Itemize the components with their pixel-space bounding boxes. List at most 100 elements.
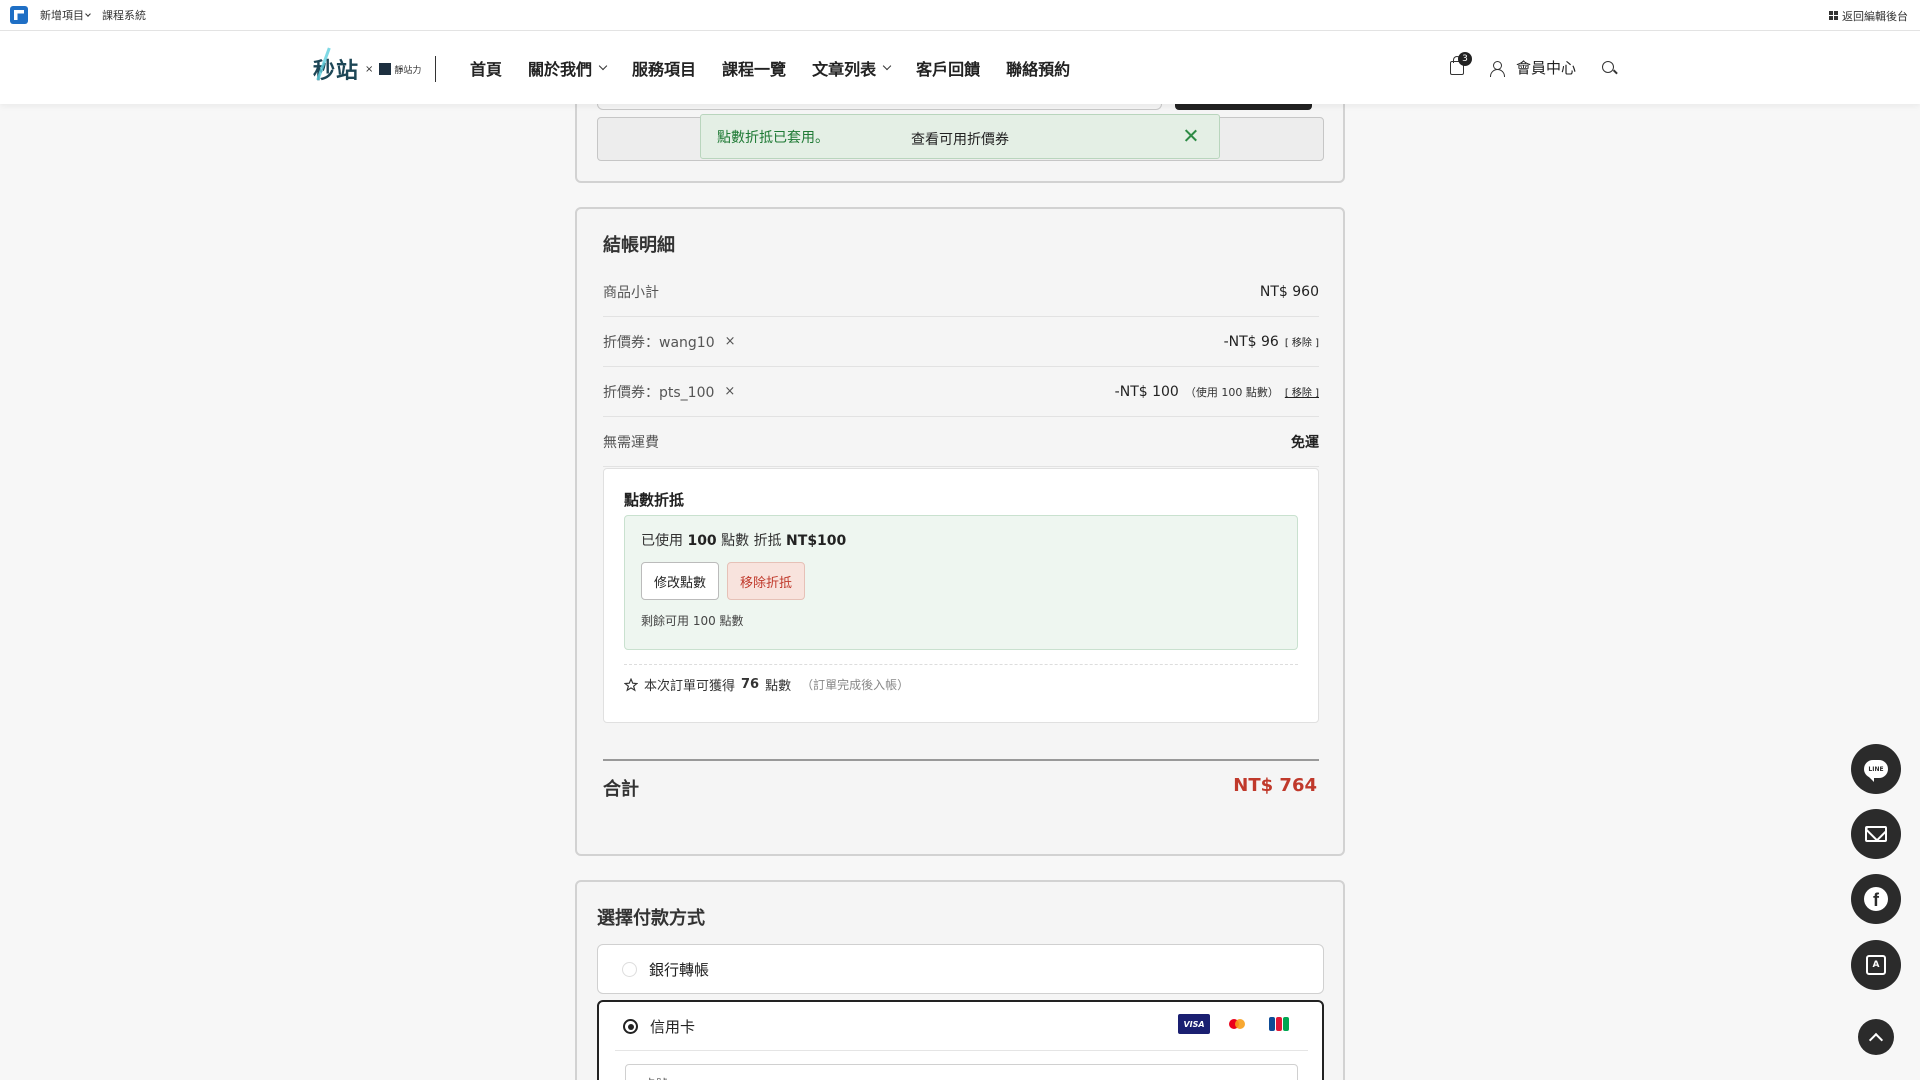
- remaining-points: 剩餘可用 100 點數: [641, 614, 744, 628]
- radio-bank[interactable]: [622, 961, 637, 977]
- chevron-down-icon: [598, 61, 608, 70]
- form-icon: A: [1866, 955, 1886, 975]
- user-icon[interactable]: [1490, 60, 1505, 77]
- used-amount: NT$100: [786, 533, 847, 549]
- coupon-label: 折價券：pts_100: [603, 384, 715, 401]
- admin-logo-icon[interactable]: [10, 6, 28, 24]
- points-title: 點數折抵: [624, 491, 685, 509]
- line-icon: LINE: [1864, 760, 1888, 782]
- card-logos: VISA: [1178, 1014, 1294, 1034]
- nav-label: 首頁: [470, 59, 503, 79]
- earn-prefix: 本次訂單可獲得: [644, 679, 736, 694]
- nav-item-about[interactable]: 關於我們: [528, 56, 608, 80]
- brand-main-text: 秒站: [313, 53, 359, 85]
- used-mid: 點數 折抵: [721, 533, 782, 549]
- visa-icon: VISA: [1178, 1014, 1210, 1034]
- earn-points-text: 本次訂單可獲得 76 點數 （訂單完成後入帳）: [624, 675, 909, 694]
- facebook-icon: f: [1864, 887, 1888, 911]
- main-nav: 首頁 關於我們 服務項目 課程一覽 文章列表 客戶回饋 聯絡預約: [470, 31, 1070, 104]
- nav-item-testimonials[interactable]: 客戶回饋: [916, 56, 980, 80]
- chevron-down-icon: [85, 10, 91, 17]
- remove-points-button[interactable]: 移除折抵: [727, 562, 805, 600]
- coupon-discount-value: -NT$ 96: [1223, 333, 1279, 350]
- total-divider: [603, 759, 1319, 761]
- header-actions: 3 會員中心: [1450, 31, 1616, 104]
- coupon-label: 折價券：wang10: [603, 334, 715, 351]
- brand-logo[interactable]: 秒站 × 靜站力: [313, 53, 421, 85]
- coupon-row-wang10: 折價券：wang10 × -NT$ 96 [ 移除 ]: [603, 317, 1319, 367]
- admin-bar: 新增項目 課程系統 返回編輯後台: [0, 0, 1920, 31]
- brand-sub: 靜站力: [379, 63, 421, 76]
- new-item-menu[interactable]: 新增項目: [40, 7, 91, 23]
- payment-option-credit-card[interactable]: 信用卡 VISA 卡號: [597, 1000, 1324, 1080]
- nav-label: 課程一覽: [722, 59, 787, 79]
- earn-note: （訂單完成後入帳）: [801, 678, 910, 692]
- total-value: NT$ 764: [1233, 775, 1317, 796]
- credit-card-label: 信用卡: [650, 1017, 696, 1036]
- used-prefix: 已使用: [641, 533, 683, 549]
- nav-item-articles[interactable]: 文章列表: [812, 56, 892, 80]
- grid-icon: [1829, 11, 1838, 20]
- toast-message: 點數折抵已套用。: [717, 129, 829, 146]
- nav-label: 客戶回饋: [916, 59, 981, 79]
- shipping-row: 無需運費 免運: [603, 417, 1319, 467]
- nav-label: 聯絡預約: [1006, 59, 1071, 79]
- nav-item-contact[interactable]: 聯絡預約: [1006, 56, 1070, 80]
- facebook-button[interactable]: f: [1851, 874, 1901, 924]
- line-button[interactable]: LINE: [1851, 744, 1901, 794]
- close-icon[interactable]: [1183, 128, 1199, 144]
- points-used-note: （使用 100 點數）: [1184, 385, 1279, 399]
- nav-label: 關於我們: [528, 59, 593, 79]
- view-coupons-label[interactable]: 查看可用折價券: [911, 129, 1009, 149]
- coupon-discount-value: -NT$ 100: [1114, 383, 1179, 400]
- nav-label: 文章列表: [812, 59, 877, 79]
- subtotal-row: 商品小計 NT$ 960: [603, 267, 1319, 317]
- payment-option-bank[interactable]: 銀行轉帳: [597, 944, 1324, 994]
- jcb-icon: [1264, 1014, 1294, 1034]
- mastercard-icon: [1222, 1014, 1252, 1034]
- nav-item-services[interactable]: 服務項目: [632, 56, 696, 80]
- member-center-link[interactable]: 會員中心: [1516, 57, 1576, 78]
- points-applied-panel: 已使用 100 點數 折抵 NT$100 修改點數 移除折抵 剩餘可用 100 …: [624, 515, 1298, 650]
- card-number-placeholder: 卡號: [644, 1075, 668, 1080]
- coupon-row-pts100: 折價券：pts_100 × -NT$ 100 （使用 100 點數） [ 移除 …: [603, 367, 1319, 417]
- form-button[interactable]: A: [1851, 940, 1901, 990]
- apply-coupon-button[interactable]: [1175, 104, 1312, 110]
- nav-item-courses[interactable]: 課程一覽: [722, 56, 786, 80]
- search-icon[interactable]: [1602, 60, 1616, 75]
- edit-points-button[interactable]: 修改點數: [641, 562, 719, 600]
- success-toast: 點數折抵已套用。 查看可用折價券: [700, 114, 1220, 159]
- back-to-admin-link[interactable]: 返回編輯後台: [1829, 0, 1908, 31]
- remove-coupon-link[interactable]: [ 移除 ]: [1285, 384, 1319, 399]
- cart-icon[interactable]: 3: [1450, 51, 1472, 75]
- subtotal-label: 商品小計: [603, 284, 659, 301]
- card-divider: [615, 1050, 1308, 1051]
- course-system-link[interactable]: 課程系統: [102, 7, 146, 23]
- nav-item-home[interactable]: 首頁: [470, 56, 502, 80]
- star-icon: [624, 677, 638, 692]
- email-button[interactable]: [1851, 809, 1901, 859]
- remove-coupon-link[interactable]: [ 移除 ]: [1285, 334, 1319, 349]
- used-points: 100: [687, 533, 717, 549]
- site-header: 秒站 × 靜站力 首頁 關於我們 服務項目 課程一覽 文章列表 客戶回饋 聯絡預…: [0, 31, 1920, 104]
- earn-points: 76: [741, 677, 760, 692]
- card-number-input[interactable]: 卡號: [625, 1064, 1298, 1080]
- brand-divider: [435, 56, 436, 82]
- remove-coupon-x-icon[interactable]: ×: [725, 334, 736, 349]
- payment-title: 選擇付款方式: [597, 908, 705, 929]
- back-to-admin-label: 返回編輯後台: [1842, 9, 1908, 23]
- radio-credit-card[interactable]: [623, 1018, 638, 1034]
- points-divider: [624, 664, 1298, 665]
- brand-square-icon: [379, 63, 392, 75]
- subtotal-value: NT$ 960: [1259, 283, 1319, 300]
- cart-count-badge: 3: [1458, 51, 1472, 66]
- earn-suffix: 點數: [765, 679, 792, 694]
- chevron-down-icon: [882, 61, 892, 70]
- shipping-label: 無需運費: [603, 434, 659, 451]
- nav-label: 服務項目: [632, 59, 697, 79]
- checkout-title: 結帳明細: [603, 235, 675, 256]
- remove-coupon-x-icon[interactable]: ×: [724, 384, 735, 399]
- brand-x: ×: [365, 63, 374, 75]
- back-to-top-button[interactable]: [1858, 1019, 1894, 1055]
- brand-sub-text: 靜站力: [394, 65, 422, 76]
